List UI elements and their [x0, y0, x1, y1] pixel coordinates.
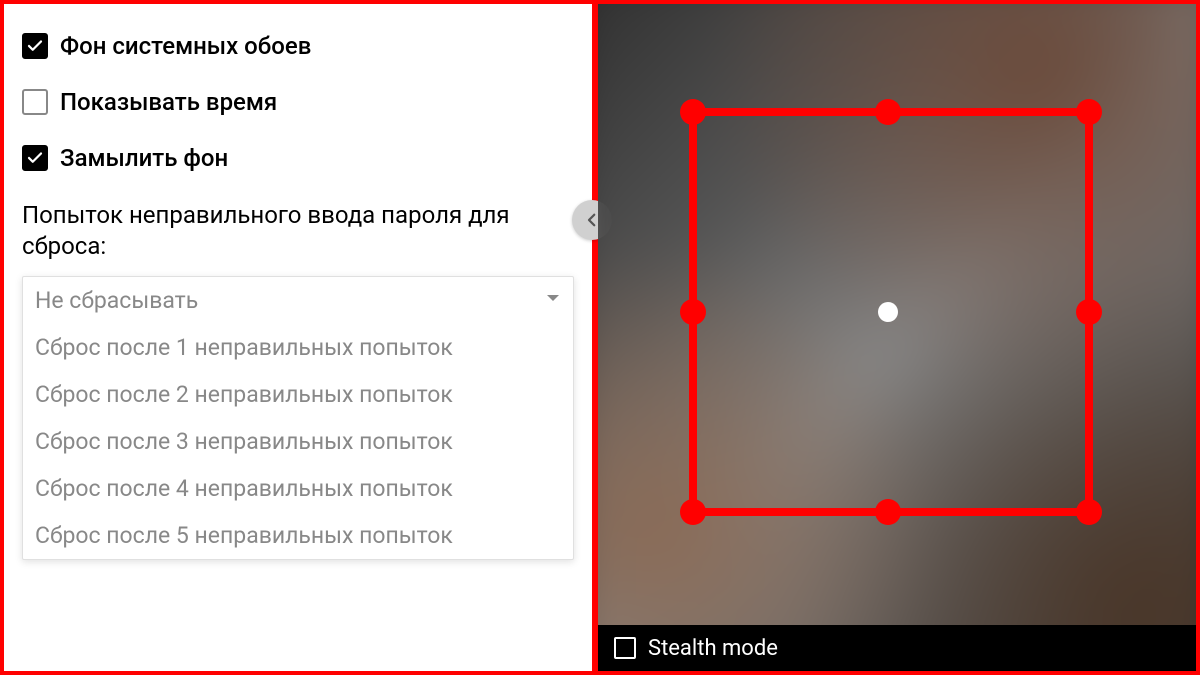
checkbox-stealth[interactable] — [614, 637, 636, 659]
pattern-dot-8[interactable] — [1076, 499, 1102, 525]
checkbox-label-blur: Замылить фон — [60, 144, 228, 172]
pattern-dot-5[interactable] — [1076, 299, 1102, 325]
checkbox-label-wallpaper: Фон системных обоев — [60, 32, 311, 60]
dropdown-option-1[interactable]: Сброс после 1 неправильных попыток — [23, 324, 573, 371]
pattern-dot-4[interactable] — [878, 302, 898, 322]
pattern-lock-grid[interactable] — [598, 4, 1196, 625]
check-icon — [26, 149, 44, 167]
reset-dropdown[interactable]: Не сбрасывать Сброс после 1 неправильных… — [22, 276, 574, 560]
pattern-dot-3[interactable] — [680, 299, 706, 325]
checkbox-label-time: Показывать время — [60, 88, 277, 116]
dropdown-option-5[interactable]: Сброс после 5 неправильных попыток — [23, 512, 573, 559]
pattern-dot-7[interactable] — [875, 499, 901, 525]
stealth-label: Stealth mode — [648, 636, 778, 661]
reset-attempts-label: Попыток неправильного ввода пароля для с… — [22, 200, 574, 262]
dropdown-option-3[interactable]: Сброс после 3 неправильных попыток — [23, 418, 573, 465]
check-icon — [26, 37, 44, 55]
bottom-bar: Stealth mode — [598, 625, 1196, 671]
checkbox-row-blur: Замылить фон — [22, 144, 574, 172]
pattern-dot-6[interactable] — [680, 499, 706, 525]
pattern-dot-2[interactable] — [1076, 99, 1102, 125]
pattern-dot-1[interactable] — [875, 99, 901, 125]
dropdown-option-4[interactable]: Сброс после 4 неправильных попыток — [23, 465, 573, 512]
pattern-dot-0[interactable] — [680, 99, 706, 125]
settings-panel: Фон системных обоев Показывать время Зам… — [4, 4, 592, 671]
checkbox-wallpaper[interactable] — [22, 33, 48, 59]
pattern-area[interactable] — [598, 4, 1196, 625]
dropdown-option-0[interactable]: Не сбрасывать — [23, 277, 573, 324]
dropdown-option-2[interactable]: Сброс после 2 неправильных попыток — [23, 371, 573, 418]
checkbox-blur[interactable] — [22, 145, 48, 171]
pattern-lock-panel: Stealth mode — [598, 4, 1196, 671]
checkbox-row-wallpaper: Фон системных обоев — [22, 32, 574, 60]
checkbox-time[interactable] — [22, 89, 48, 115]
checkbox-row-time: Показывать время — [22, 88, 574, 116]
